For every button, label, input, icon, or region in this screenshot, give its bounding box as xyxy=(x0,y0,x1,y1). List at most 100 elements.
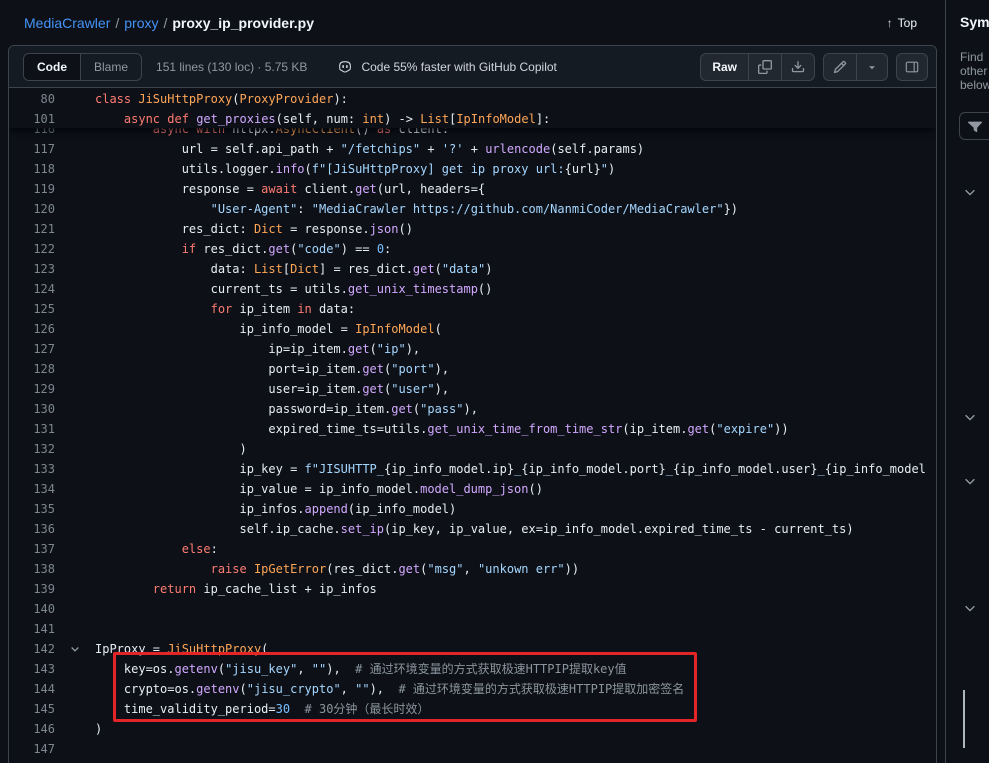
line-number[interactable]: 144 xyxy=(9,679,55,699)
code-line: 136 self.ip_cache.set_ip(ip_key, ip_valu… xyxy=(9,519,936,539)
code-line: 117 url = self.api_path + "/fetchips" + … xyxy=(9,139,936,159)
sticky-code-line: 101 async def get_proxies(self, num: int… xyxy=(9,109,936,129)
code-lines: 116 async with httpx.AsyncClient() as cl… xyxy=(9,119,936,759)
gutter-spacer xyxy=(55,319,95,339)
line-number[interactable]: 132 xyxy=(9,439,55,459)
line-number[interactable]: 118 xyxy=(9,159,55,179)
collapse-chevron-icon[interactable] xyxy=(55,639,95,659)
line-number[interactable]: 123 xyxy=(9,259,55,279)
line-number[interactable]: 121 xyxy=(9,219,55,239)
tab-code[interactable]: Code xyxy=(24,54,81,80)
line-number[interactable]: 128 xyxy=(9,359,55,379)
line-number[interactable]: 138 xyxy=(9,559,55,579)
filter-symbols-input[interactable] xyxy=(959,112,989,140)
line-number[interactable]: 120 xyxy=(9,199,55,219)
line-number[interactable]: 147 xyxy=(9,739,55,759)
code-text: ip=ip_item.get("ip"), xyxy=(95,339,420,359)
toolbar-actions: Raw xyxy=(700,53,928,81)
code-text: key=os.getenv("jisu_key", ""), # 通过环境变量的… xyxy=(95,659,627,679)
line-number[interactable]: 130 xyxy=(9,399,55,419)
download-icon xyxy=(791,60,805,74)
gutter-spacer xyxy=(55,299,95,319)
line-number[interactable]: 117 xyxy=(9,139,55,159)
line-number[interactable]: 122 xyxy=(9,239,55,259)
line-number[interactable]: 141 xyxy=(9,619,55,639)
line-number[interactable]: 137 xyxy=(9,539,55,559)
edit-button[interactable] xyxy=(824,54,857,80)
line-number[interactable]: 146 xyxy=(9,719,55,739)
code-text: IpProxy = JiSuHttpProxy( xyxy=(95,639,268,659)
breadcrumb-repo-link[interactable]: MediaCrawler xyxy=(24,15,110,31)
code-text: response = await client.get(url, headers… xyxy=(95,179,485,199)
symbols-panel-toggle-button[interactable] xyxy=(896,53,928,81)
gutter-spacer xyxy=(55,179,95,199)
chevron-down-icon[interactable] xyxy=(963,185,977,199)
line-number[interactable]: 135 xyxy=(9,499,55,519)
edit-actions-group xyxy=(823,53,888,81)
line-number[interactable]: 142 xyxy=(9,639,55,659)
tab-blame[interactable]: Blame xyxy=(81,54,141,80)
copilot-banner[interactable]: Code 55% faster with GitHub Copilot xyxy=(337,59,556,75)
line-number[interactable]: 125 xyxy=(9,299,55,319)
line-number[interactable]: 134 xyxy=(9,479,55,499)
arrow-up-icon: ↑ xyxy=(887,16,893,30)
sticky-context-lines: 80class JiSuHttpProxy(ProxyProvider):101… xyxy=(9,88,936,128)
code-line: 120 "User-Agent": "MediaCrawler https://… xyxy=(9,199,936,219)
filter-icon xyxy=(968,119,982,133)
line-number[interactable]: 139 xyxy=(9,579,55,599)
gutter-spacer xyxy=(55,719,95,739)
raw-button[interactable]: Raw xyxy=(701,54,749,80)
line-number[interactable]: 131 xyxy=(9,419,55,439)
breadcrumb-separator: / xyxy=(115,15,119,31)
line-number[interactable]: 129 xyxy=(9,379,55,399)
code-line: 137 else: xyxy=(9,539,936,559)
code-line: 133 ip_key = f"JISUHTTP_{ip_info_model.i… xyxy=(9,459,936,479)
line-number[interactable]: 145 xyxy=(9,699,55,719)
gutter-spacer xyxy=(55,359,95,379)
gutter-spacer xyxy=(55,219,95,239)
gutter-spacer xyxy=(55,339,95,359)
back-to-top-button[interactable]: ↑ Top xyxy=(887,16,917,30)
chevron-down-icon[interactable] xyxy=(963,410,977,424)
code-line: 131 expired_time_ts=utils.get_unix_time_… xyxy=(9,419,936,439)
code-viewer: 116 async with httpx.AsyncClient() as cl… xyxy=(9,88,936,763)
code-line: 144 crypto=os.getenv("jisu_crypto", ""),… xyxy=(9,679,936,699)
line-number[interactable]: 101 xyxy=(9,109,55,129)
code-line: 141 xyxy=(9,619,936,639)
code-text: port=ip_item.get("port"), xyxy=(95,359,449,379)
code-text: utils.logger.info(f"[JiSuHttpProxy] get … xyxy=(95,159,615,179)
panel-scrollbar-thumb[interactable] xyxy=(963,690,965,748)
code-line: 142 IpProxy = JiSuHttpProxy( xyxy=(9,639,936,659)
gutter-spacer xyxy=(55,419,95,439)
copy-raw-button[interactable] xyxy=(749,54,782,80)
gutter-spacer xyxy=(55,599,95,619)
file-view-container: Code Blame 151 lines (130 loc) · 5.75 KB… xyxy=(8,45,937,763)
line-number[interactable]: 124 xyxy=(9,279,55,299)
breadcrumb-folder-link[interactable]: proxy xyxy=(124,15,158,31)
gutter-spacer xyxy=(55,459,95,479)
edit-dropdown-button[interactable] xyxy=(857,54,887,80)
gutter-spacer xyxy=(55,279,95,299)
symbols-panel: Symbols Find other below xyxy=(945,0,989,763)
gutter-spacer xyxy=(55,619,95,639)
code-text: return ip_cache_list + ip_infos xyxy=(95,579,377,599)
pencil-icon xyxy=(833,60,847,74)
code-line: 122 if res_dict.get("code") == 0: xyxy=(9,239,936,259)
code-line: 143 key=os.getenv("jisu_key", ""), # 通过环… xyxy=(9,659,936,679)
code-line: 130 password=ip_item.get("pass"), xyxy=(9,399,936,419)
line-number[interactable]: 143 xyxy=(9,659,55,679)
line-number[interactable]: 119 xyxy=(9,179,55,199)
code-text: data: List[Dict] = res_dict.get("data") xyxy=(95,259,492,279)
download-button[interactable] xyxy=(782,54,814,80)
line-number[interactable]: 127 xyxy=(9,339,55,359)
chevron-down-icon[interactable] xyxy=(963,601,977,615)
copy-icon xyxy=(758,60,772,74)
line-number[interactable]: 133 xyxy=(9,459,55,479)
line-number[interactable]: 80 xyxy=(9,89,55,109)
line-number[interactable]: 136 xyxy=(9,519,55,539)
line-number[interactable]: 126 xyxy=(9,319,55,339)
gutter-spacer xyxy=(55,379,95,399)
chevron-down-icon[interactable] xyxy=(963,474,977,488)
line-number[interactable]: 140 xyxy=(9,599,55,619)
gutter-spacer xyxy=(55,679,95,699)
